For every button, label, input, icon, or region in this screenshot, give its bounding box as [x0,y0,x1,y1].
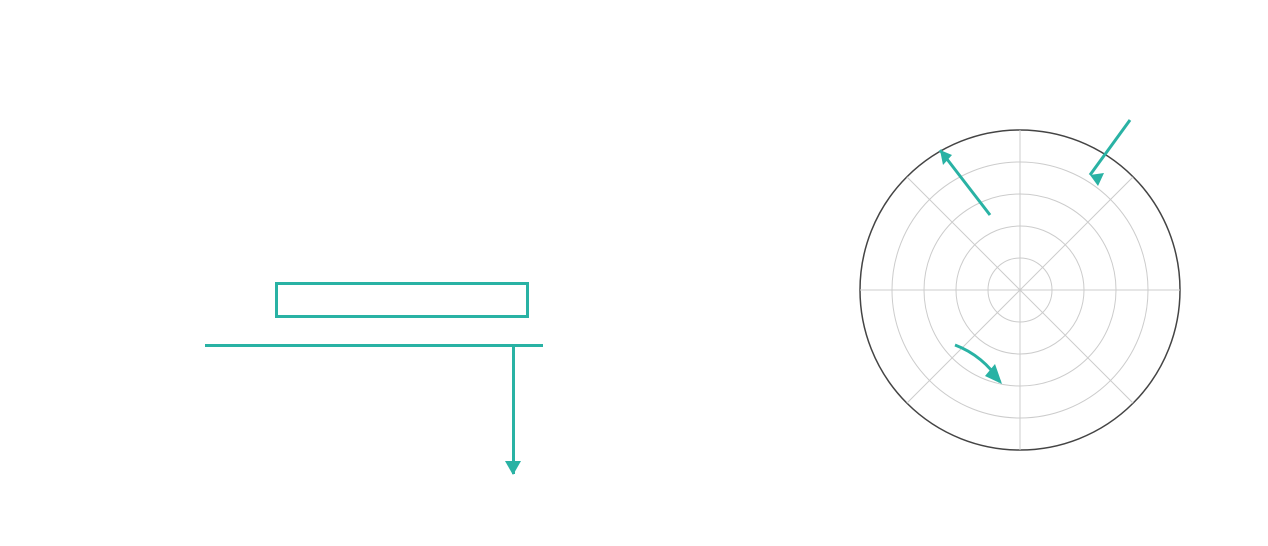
polar-svg [840,90,1200,480]
underline-bar-args [205,344,543,347]
slide [0,0,1268,546]
arrow-down-icon [512,344,515,474]
polar-chart [840,90,1200,480]
highlight-projection [275,282,529,318]
